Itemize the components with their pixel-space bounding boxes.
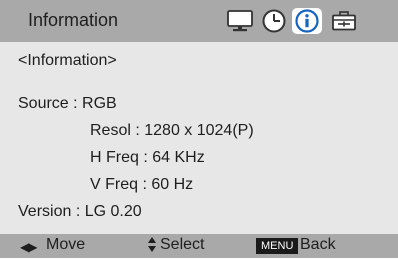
move-hint: Move <box>46 236 86 253</box>
up-down-arrows-icon <box>148 236 156 254</box>
monitor-icon <box>226 8 254 34</box>
menu-key-badge: MENU <box>256 238 299 254</box>
tab-setup[interactable] <box>330 8 358 34</box>
section-title: <Information> <box>18 52 117 69</box>
clock-icon <box>260 8 288 34</box>
v-freq-value: V Freq : 60 Hz <box>90 176 194 193</box>
h-freq-value: H Freq : 64 KHz <box>90 149 205 166</box>
footer-bar: ◀▶ Move Select MENU Back <box>0 234 398 258</box>
info-panel: <Information> Source : RGB Resol : 1280 … <box>0 42 398 234</box>
tab-picture[interactable] <box>226 8 254 34</box>
header-bar: Information <box>0 0 398 42</box>
menu-title: Information <box>28 10 119 30</box>
tab-time[interactable] <box>260 8 288 34</box>
tab-information[interactable] <box>292 8 322 34</box>
resolution-value: Resol : 1280 x 1024(P) <box>90 122 254 139</box>
source-value: Source : RGB <box>18 95 117 112</box>
toolbox-icon <box>330 8 358 34</box>
version-value: Version : LG 0.20 <box>18 203 142 220</box>
info-icon <box>292 8 322 34</box>
osd-menu: Information <Information> Source: RGB R… <box>0 0 398 258</box>
back-hint: Back <box>300 236 336 253</box>
left-right-arrows-icon: ◀▶ <box>20 240 37 254</box>
select-hint: Select <box>160 236 205 253</box>
